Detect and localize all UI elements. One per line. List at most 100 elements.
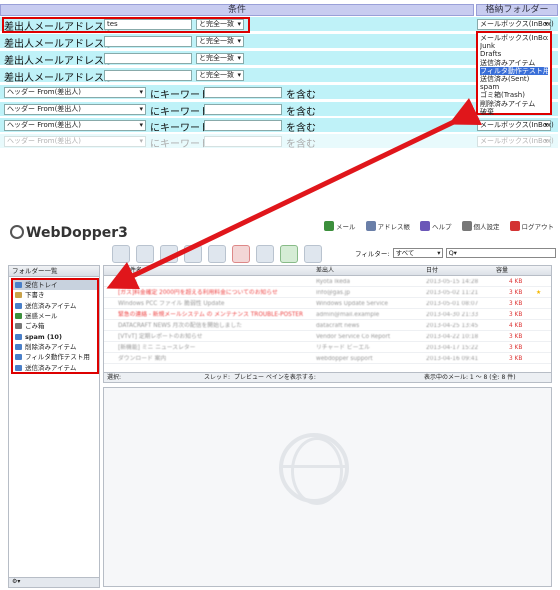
dropdown-option[interactable]: 送信済みアイテム: [480, 59, 548, 67]
folder-icon: [15, 323, 22, 330]
rule-label: 差出人メールアドレスが: [4, 73, 114, 84]
message-row[interactable]: 緊急の連絡 - 新規メールシステム の メンテナンス TROUBLE-POSTE…: [104, 310, 551, 321]
message-size: 3 KB: [509, 356, 523, 362]
message-row[interactable]: Windows PCC ファイル 脆弱性 Update Windows Upda…: [104, 299, 551, 310]
reply-icon[interactable]: [160, 245, 178, 263]
header-field-select[interactable]: ヘッダー From(差出人): [4, 136, 146, 147]
folder-item[interactable]: 送信済みアイテム: [13, 362, 97, 372]
message-row[interactable]: [新機能] ミニ ニュースレター リチャード ビーエル 2013-04-17 1…: [104, 343, 551, 354]
folder-item[interactable]: 迷惑メール: [13, 311, 97, 321]
folder-item[interactable]: 受信トレイ: [13, 280, 97, 291]
address-input[interactable]: [104, 53, 192, 64]
dropdown-option[interactable]: Junk: [480, 42, 548, 50]
logo: WebDopper3: [10, 225, 128, 241]
col-date[interactable]: 日付: [426, 266, 438, 275]
dropdown-option[interactable]: Drafts: [480, 50, 548, 58]
dropdown-option[interactable]: ゴミ箱(Trash): [480, 91, 548, 99]
match-select[interactable]: と完全一致: [196, 70, 244, 81]
address-rule-row: 差出人メールアドレスが と完全一致 メールボックス(InBox): [0, 68, 558, 84]
dropdown-option[interactable]: spam: [480, 83, 548, 91]
nav-label: 個人設定: [473, 223, 500, 231]
star-icon[interactable]: ★: [536, 288, 541, 297]
keyword-input[interactable]: [204, 136, 282, 147]
message-list-footer: 選択: スレッド: プレビュー ペインを表示する: 表示中のメール: 1 ～ 8…: [104, 372, 551, 382]
folder-item[interactable]: 削除済みアイテム: [13, 342, 97, 352]
address-input[interactable]: [104, 70, 192, 81]
dropdown-option[interactable]: フィルタ動作テスト用: [480, 66, 548, 76]
folder-select[interactable]: メールボックス(InBox): [477, 120, 554, 131]
address-rule-row: 差出人メールアドレスが と完全一致 メールボックス(InBox): [0, 51, 558, 67]
header-field-select[interactable]: ヘッダー From(差出人): [4, 120, 146, 131]
get-mail-icon[interactable]: [112, 245, 130, 263]
nav-logout[interactable]: ログアウト: [509, 221, 554, 231]
condition-column-header: 条件: [0, 4, 474, 16]
filter-rules-panel: 条件 格納フォルダー 差出人メールアドレスが tes と完全一致 メールボックス…: [0, 0, 560, 165]
folder-item[interactable]: spam (10): [13, 331, 97, 341]
message-row[interactable]: [ガス]料金確定 2000円を超える利用料金についてのお知らせ info@gas…: [104, 288, 551, 299]
folder-label: ごみ箱: [25, 322, 45, 331]
message-row[interactable]: Tiltle 1 Ryota Ikeda 2013-05-15 14:28 4 …: [104, 277, 551, 288]
dropdown-option[interactable]: メールボックス(InBox): [480, 34, 548, 42]
match-select[interactable]: と完全一致: [196, 36, 244, 47]
message-size: 4 KB: [509, 323, 523, 329]
globe-watermark-icon: [279, 433, 349, 505]
folder-item[interactable]: フィルタ動作テスト用: [13, 352, 97, 362]
keyword-input[interactable]: [204, 87, 282, 98]
keyword-input[interactable]: [204, 120, 282, 131]
folder-dropdown-list[interactable]: メールボックス(InBox) Junk Drafts 送信済みアイテム フィルタ動作テス…: [476, 31, 552, 116]
message-row[interactable]: DATACRAFT NEWS 月次の配信を開始しました datacraft ne…: [104, 321, 551, 332]
mark-icon[interactable]: [280, 245, 298, 263]
match-select[interactable]: と完全一致: [196, 53, 244, 64]
preview-pane: [103, 387, 552, 587]
print-icon[interactable]: [256, 245, 274, 263]
keyword-input[interactable]: [204, 104, 282, 115]
message-subject: [VTvT] 定期レポートのお知らせ: [118, 334, 203, 340]
message-date: 2013-04-25 13:45: [426, 323, 479, 329]
folder-icon: [15, 343, 22, 350]
folder-select[interactable]: メールボックス(InBox): [477, 136, 554, 147]
folder-settings-button[interactable]: ⚙▾: [9, 577, 99, 587]
nav-help[interactable]: ヘルプ: [420, 221, 452, 231]
header-field-select[interactable]: ヘッダー From(差出人): [4, 104, 146, 115]
filter-select[interactable]: すべて: [392, 248, 443, 258]
forward-icon[interactable]: [184, 245, 202, 263]
nav-label: メール: [336, 223, 356, 231]
dropdown-option[interactable]: 削除済みアイテム: [480, 100, 548, 108]
folder-label: 迷惑メール: [25, 312, 58, 321]
folder-panel-title: フォルダー一覧: [9, 266, 99, 277]
nav-mail[interactable]: メール: [324, 221, 356, 231]
message-row[interactable]: [VTvT] 定期レポートのお知らせ Vendor Service Co Rep…: [104, 332, 551, 343]
message-sender: Windows Update Service: [316, 301, 388, 307]
folder-item[interactable]: ごみ箱: [13, 321, 97, 331]
compose-icon[interactable]: [136, 245, 154, 263]
header-rule-row: ヘッダー From(差出人) にキーワード を含む メールボックス(InBox): [0, 134, 558, 150]
message-date: 2013-04-17 15:22: [426, 345, 479, 351]
webmail-app: WebDopper3 メール アドレス帳 ヘルプ 個人設定 ログアウト フィルター: す…: [0, 215, 560, 590]
dropdown-option[interactable]: 送信済み(Sent): [480, 75, 548, 83]
message-size: 3 KB: [509, 334, 523, 340]
more-actions-icon[interactable]: [304, 245, 322, 263]
message-date: 2013-05-01 08:07: [426, 301, 479, 307]
folder-label: 受信トレイ: [25, 281, 58, 290]
move-icon[interactable]: [208, 245, 226, 263]
contains-label: を含む: [286, 90, 316, 101]
delete-icon[interactable]: [232, 245, 250, 263]
search-input[interactable]: Q▾: [445, 248, 556, 258]
folder-item[interactable]: 下書き: [13, 290, 97, 300]
header-rule-row: ヘッダー From(差出人) にキーワード を含む メールボックス(InBox): [0, 102, 558, 118]
nav-addressbook[interactable]: アドレス帳: [365, 221, 410, 231]
paging-info: 表示中のメール: 1 ～ 8 (全: 8 件): [424, 374, 516, 381]
folder-select[interactable]: メールボックス(InBox): [477, 19, 554, 30]
folder-item[interactable]: 送信済みアイテム: [13, 301, 97, 311]
nav-settings[interactable]: 個人設定: [461, 221, 500, 231]
col-subject[interactable]: 件名: [130, 266, 142, 275]
header-field-select[interactable]: ヘッダー From(差出人): [4, 87, 146, 98]
dropdown-option[interactable]: 破棄: [480, 108, 548, 116]
message-row[interactable]: ダウンロード 案内 webdopper support 2013-04-16 0…: [104, 354, 551, 365]
col-size[interactable]: 容量: [496, 266, 508, 275]
message-sender: datacraft news: [316, 323, 360, 329]
col-sender[interactable]: 差出人: [316, 266, 334, 275]
folder-sidebar: フォルダー一覧 受信トレイ 下書き 送信済みアイテム 迷惑メール ごみ箱 spam (10…: [8, 265, 100, 588]
address-input[interactable]: [104, 36, 192, 47]
message-subject: ダウンロード 案内: [118, 356, 167, 362]
